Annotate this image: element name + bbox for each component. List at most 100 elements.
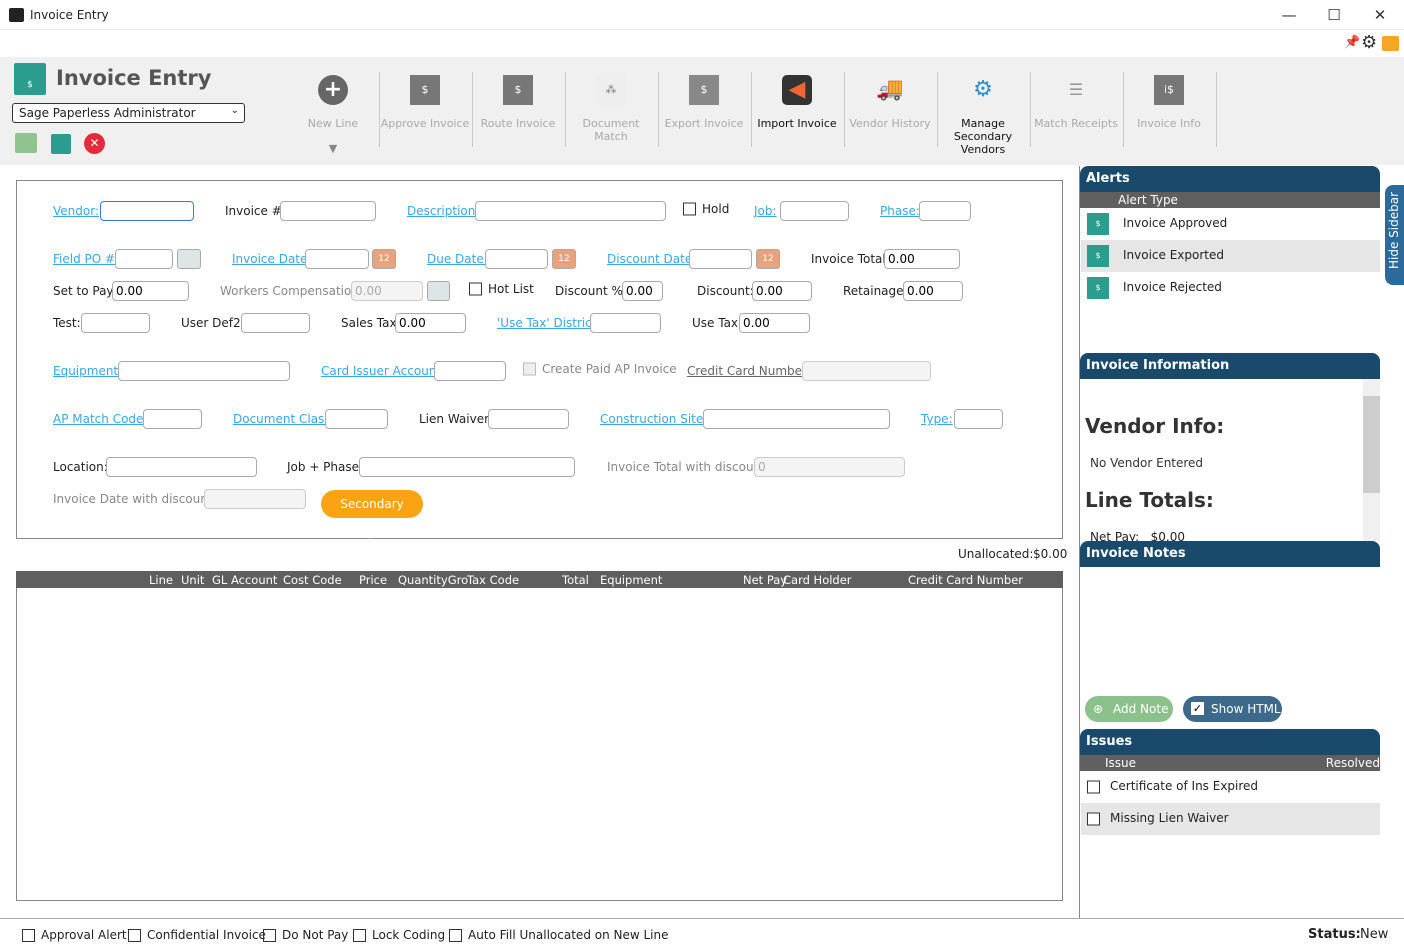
- discount-date-input[interactable]: [689, 249, 752, 269]
- scrollbar-thumb[interactable]: [1363, 396, 1380, 493]
- confidential-invoice-checkbox[interactable]: Confidential Invoice: [128, 928, 266, 942]
- column-header[interactable]: Equipment: [600, 573, 662, 587]
- ap-match-code-input[interactable]: [143, 409, 202, 429]
- import-invoice-button[interactable]: ◀ Import Invoice: [751, 72, 843, 152]
- credit-card-number-link[interactable]: Credit Card Number:: [687, 364, 811, 378]
- gear-icon[interactable]: ⚙: [1361, 32, 1377, 53]
- workers-comp-input[interactable]: [351, 281, 423, 301]
- match-receipts-button[interactable]: ☰ Match Receipts: [1030, 72, 1122, 152]
- column-header[interactable]: Unit: [181, 573, 204, 587]
- do-not-pay-checkbox[interactable]: Do Not Pay: [263, 928, 348, 942]
- user-def2-input[interactable]: [241, 313, 310, 333]
- calculator-icon[interactable]: [427, 281, 450, 301]
- description-input[interactable]: [475, 201, 666, 221]
- invoice-number-input[interactable]: [280, 201, 376, 221]
- vendor-link[interactable]: Vendor:: [53, 204, 99, 218]
- type-input[interactable]: [954, 409, 1003, 429]
- calendar-icon[interactable]: 12: [756, 249, 780, 269]
- retainage-input[interactable]: [903, 281, 963, 301]
- column-header[interactable]: Total: [562, 573, 589, 587]
- column-header[interactable]: GL Account: [212, 573, 277, 587]
- credit-card-number-input[interactable]: [802, 361, 931, 381]
- column-header[interactable]: Tax Code: [467, 573, 519, 587]
- description-link[interactable]: Description:: [407, 204, 479, 218]
- hold-checkbox[interactable]: [683, 202, 696, 216]
- vendor-history-button[interactable]: 🚚 Vendor History: [844, 72, 936, 152]
- equipment-input[interactable]: [118, 361, 290, 381]
- save-icon[interactable]: [15, 133, 37, 153]
- auto-fill-unallocated-checkbox[interactable]: Auto Fill Unallocated on New Line: [449, 928, 669, 942]
- document-class-link[interactable]: Document Class:: [233, 412, 335, 426]
- column-header[interactable]: Price: [359, 573, 387, 587]
- invoice-date-input[interactable]: [305, 249, 369, 269]
- maximize-button[interactable]: ☐: [1319, 4, 1349, 26]
- close-button[interactable]: ✕: [1365, 4, 1395, 26]
- scrollbar[interactable]: [1363, 379, 1380, 541]
- show-html-checkbox[interactable]: ✓: [1191, 702, 1204, 715]
- job-phase-input[interactable]: [359, 457, 575, 477]
- manage-secondary-vendors-button[interactable]: ⚙ Manage Secondary Vendors: [937, 72, 1029, 156]
- field-po-lookup-icon[interactable]: [177, 249, 201, 269]
- approval-alert-checkbox[interactable]: Approval Alert: [22, 928, 127, 942]
- field-po-link[interactable]: Field PO #:: [53, 252, 119, 266]
- card-issuer-input[interactable]: [434, 361, 506, 381]
- due-date-link[interactable]: Due Date:: [427, 252, 488, 266]
- add-invoice-icon[interactable]: [51, 134, 71, 154]
- issue-checkbox[interactable]: [1087, 812, 1100, 826]
- column-header[interactable]: Cost Code: [283, 573, 342, 587]
- route-invoice-button[interactable]: $ Route Invoice: [472, 72, 564, 152]
- column-header[interactable]: QuantityGro: [398, 573, 468, 587]
- invoice-total-input[interactable]: [884, 249, 960, 269]
- job-link[interactable]: Job:: [754, 204, 777, 218]
- export-invoice-button[interactable]: $ Export Invoice: [658, 72, 750, 152]
- hot-list-checkbox[interactable]: [469, 282, 482, 296]
- invoice-info-button[interactable]: i$ Invoice Info: [1123, 72, 1215, 152]
- total-with-discount-input[interactable]: [754, 457, 905, 477]
- add-note-button[interactable]: ⊕ Add Note: [1085, 696, 1173, 722]
- type-link[interactable]: Type:: [921, 412, 953, 426]
- issue-checkbox[interactable]: [1087, 780, 1100, 794]
- discount-date-link[interactable]: Discount Date:: [607, 252, 696, 266]
- use-tax-input[interactable]: [739, 313, 810, 333]
- secondary-payee-button[interactable]: Secondary Payee: [321, 490, 423, 539]
- column-header[interactable]: Net Pay: [743, 573, 787, 587]
- discount-input[interactable]: [752, 281, 812, 301]
- calendar-icon[interactable]: 12: [372, 249, 396, 269]
- job-input[interactable]: [780, 201, 849, 221]
- construction-sites-input[interactable]: [703, 409, 890, 429]
- lien-waiver-input[interactable]: [488, 409, 569, 429]
- issue-item[interactable]: Certificate of Ins Expired: [1081, 771, 1380, 803]
- alert-item[interactable]: $ Invoice Rejected: [1081, 272, 1380, 304]
- ap-match-code-link[interactable]: AP Match Code:: [53, 412, 147, 426]
- use-tax-district-link[interactable]: 'Use Tax' District:: [497, 316, 601, 330]
- due-date-input[interactable]: [485, 249, 548, 269]
- invoice-lines-grid[interactable]: [16, 588, 1063, 901]
- delete-icon[interactable]: ✕: [84, 133, 105, 154]
- alert-item[interactable]: $ Invoice Exported: [1081, 240, 1380, 272]
- construction-sites-link[interactable]: Construction Sites:: [600, 412, 714, 426]
- minimize-button[interactable]: —: [1274, 4, 1304, 26]
- notification-icon[interactable]: [1382, 36, 1399, 51]
- set-to-pay-input[interactable]: [112, 281, 189, 301]
- document-class-input[interactable]: [325, 409, 388, 429]
- sales-tax-input[interactable]: [395, 313, 466, 333]
- test-input[interactable]: [81, 313, 150, 333]
- column-header[interactable]: Card Holder: [783, 573, 852, 587]
- approve-invoice-button[interactable]: $ Approve Invoice: [379, 72, 471, 152]
- card-issuer-link[interactable]: Card Issuer Account:: [321, 364, 445, 378]
- user-select[interactable]: Sage Paperless Administrator ⌄: [12, 103, 245, 123]
- date-with-discount-input[interactable]: [204, 489, 306, 509]
- document-match-button[interactable]: ⁂ Document Match: [565, 72, 657, 152]
- use-tax-district-input[interactable]: [590, 313, 661, 333]
- show-html-button[interactable]: ✓ Show HTML: [1183, 696, 1282, 722]
- new-line-button[interactable]: + New Line ▼: [287, 72, 379, 155]
- discount-pct-input[interactable]: [622, 281, 663, 301]
- column-header[interactable]: Line: [149, 573, 173, 587]
- alert-item[interactable]: $ Invoice Approved: [1081, 208, 1380, 240]
- equipment-link[interactable]: Equipment:: [53, 364, 122, 378]
- create-paid-ap-checkbox[interactable]: [523, 362, 536, 376]
- vendor-input[interactable]: [100, 201, 194, 221]
- location-input[interactable]: [106, 457, 257, 477]
- invoice-date-link[interactable]: Invoice Date:: [232, 252, 311, 266]
- phase-link[interactable]: Phase:: [880, 204, 920, 218]
